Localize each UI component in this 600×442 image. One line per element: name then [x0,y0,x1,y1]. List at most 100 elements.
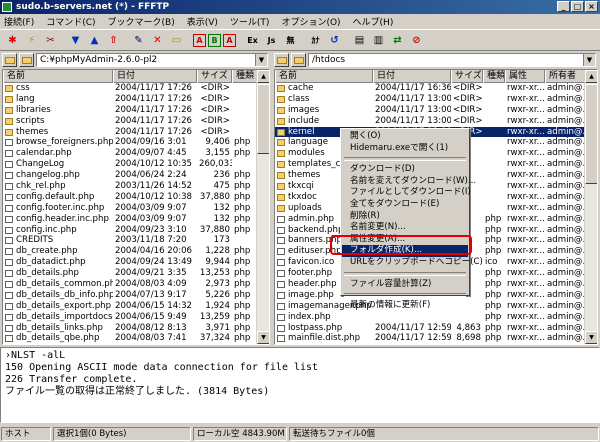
title-bar[interactable]: sudo.b-servers.net (*) - FFFTP _ □ × [0,0,600,14]
col-owner[interactable]: 所有者 [545,70,585,83]
table-row[interactable]: mainfile.dist.php 2004/11/17 12:59 8,698 ph… [275,333,597,344]
rename-icon[interactable]: ✎ [130,32,147,49]
scroll-up-icon[interactable]: ▲ [257,70,269,83]
context-menu-item[interactable]: 全てをダウンロード(E) [342,199,468,211]
col-type[interactable]: 種類 [483,70,505,83]
table-row[interactable]: db_details_db_info.php 2004/07/13 9:17 5,2… [3,290,269,301]
table-row[interactable]: scripts 2004/11/17 17:26 <DIR> [3,116,269,127]
table-row[interactable]: mainfile.php 2004/11/17 16:084,614phprwxr… [275,344,597,345]
col-name[interactable]: 名前 [3,70,113,83]
chevron-down-icon[interactable]: ▼ [583,54,595,66]
col-name[interactable]: 名前 [275,70,373,83]
table-row[interactable]: cache 2004/11/17 16:36 <DIR> rwxr-xr... admi… [275,83,597,94]
remote-path-field[interactable]: /htdocs ▼ [308,53,596,67]
scroll-down-icon[interactable]: ▼ [257,331,269,344]
col-type[interactable]: 種類 [232,70,257,83]
mkdir-icon[interactable]: ▭ [168,32,185,49]
kanji-jis-icon[interactable]: Js [263,32,280,49]
remote-up-button[interactable] [291,53,306,67]
table-row[interactable]: config.header.inc.php 2004/03/09 9:07 132 p… [3,214,269,225]
close-button[interactable]: × [585,1,598,12]
refresh-icon[interactable]: ↺ [326,32,343,49]
quick-connect-icon[interactable]: ⚡ [23,32,40,49]
table-row[interactable]: chk_rel.php 2003/11/26 14:52 475 php [3,181,269,192]
mode-ascii-icon[interactable]: A [223,33,236,47]
mode-auto-icon[interactable]: A [193,33,206,47]
table-row[interactable]: db_datadict.php 2004/09/24 13:49 9,944 php [3,257,269,268]
connect-icon[interactable]: ✱ [4,32,21,49]
context-menu-item[interactable]: 開く(O) [342,131,468,143]
col-attr[interactable]: 属性 [505,70,545,83]
context-menu-item[interactable]: 名前変更(N)... [342,222,468,234]
table-row[interactable]: ChangeLog 2004/10/12 10:35 260,033 [3,159,269,170]
menu-help[interactable]: ヘルプ(H) [353,15,394,28]
chevron-down-icon[interactable]: ▼ [255,54,267,66]
table-row[interactable]: calendar.php 2004/09/07 4:45 3,155 php [3,148,269,159]
sync-icon[interactable]: ⇄ [389,32,406,49]
scroll-down-icon[interactable]: ▼ [585,331,597,344]
scroll-thumb[interactable] [257,84,269,154]
mirror-upload-icon[interactable]: ⇧ [105,32,122,49]
table-row[interactable]: config.footer.inc.php 2004/03/09 9:07 132 p… [3,203,269,214]
disconnect-icon[interactable]: ✂ [42,32,59,49]
table-row[interactable]: changelog.php 2004/06/24 2:24 236 php [3,170,269,181]
col-size[interactable]: サイズ [197,70,232,83]
kanji-euc-icon[interactable]: Ex [244,32,261,49]
table-row[interactable]: db_details_links.php 2004/08/12 8:13 3,971… [3,323,269,334]
mode-binary-icon[interactable]: B [208,33,221,47]
remote-scrollbar[interactable]: ▲ ▼ [584,70,597,344]
context-menu-item[interactable]: ダウンロード(D) [342,164,468,176]
context-menu-item[interactable]: ファイルとしてダウンロード(I) [342,187,471,199]
table-row[interactable]: libraries 2004/11/17 17:26 <DIR> [3,105,269,116]
table-row[interactable]: images 2004/11/17 13:00 <DIR> rwxr-xr... adm… [275,105,597,116]
local-file-list[interactable]: 名前 日付 サイズ 種類 css 2004/11/17 17:26 <DIR> lan… [2,69,270,345]
maximize-button[interactable]: □ [571,1,584,12]
col-date[interactable]: 日付 [113,70,197,83]
table-row[interactable]: index.php php rwxr-xr...admin@... [275,312,597,323]
scroll-up-icon[interactable]: ▲ [585,70,597,83]
table-row[interactable]: include 2004/11/17 13:00 <DIR> rwxr-xr... ad… [275,116,597,127]
stop-icon[interactable]: ⊘ [408,32,425,49]
delete-icon[interactable]: ✕ [149,32,166,49]
context-menu-item[interactable]: 削除(R) [342,211,468,223]
table-row[interactable]: config.inc.php 2004/09/23 3:10 37,880 php [3,225,269,236]
kana-convert-icon[interactable]: ｶﾅ [307,32,324,49]
table-row[interactable]: db_details_common.php 2004/08/03 4:09 2,97… [3,279,269,290]
scroll-thumb[interactable] [585,84,597,184]
table-row[interactable]: lang 2004/11/17 17:26 <DIR> [3,94,269,105]
menu-connect[interactable]: 接続(F) [4,15,34,28]
local-folder-button[interactable] [2,53,17,67]
context-menu-item[interactable]: Hidemaru.exeで開く(1) [342,143,468,155]
table-row[interactable]: lostpass.php 2004/11/17 12:59 4,863 php rwxr… [275,323,597,334]
local-scrollbar[interactable]: ▲ ▼ [256,70,269,344]
menu-bookmark[interactable]: ブックマーク(B) [108,15,175,28]
table-row[interactable]: browse_foreigners.php 2004/09/16 3:01 9,40… [3,137,269,148]
context-menu-item[interactable]: 最新の情報に更新(F) [342,300,468,312]
remote-folder-button[interactable] [274,53,289,67]
table-row[interactable]: config.default.php 2004/10/12 10:38 37,880… [3,192,269,203]
table-row[interactable]: db_details.php 2004/09/21 3:35 13,253 php [3,268,269,279]
local-path-field[interactable]: C:¥phpMyAdmin-2.6.0-pl2 ▼ [36,53,268,67]
list-view-icon[interactable]: ▤ [351,32,368,49]
local-up-button[interactable] [19,53,34,67]
table-row[interactable]: db_details_qbe.php 2004/08/03 7:41 37,324 p… [3,333,269,344]
table-row[interactable]: db_details_structure.php2004/08/12 8:131… [3,344,269,345]
menu-command[interactable]: コマンド(C) [46,15,95,28]
context-menu-item[interactable]: 名前を変えてダウンロード(W)... [342,176,476,188]
menu-options[interactable]: オプション(O) [281,15,340,28]
context-menu-item[interactable]: ファイル容量計算(Z) [342,279,468,291]
minimize-button[interactable]: _ [557,1,570,12]
table-row[interactable]: css 2004/11/17 17:26 <DIR> [3,83,269,94]
table-row[interactable]: themes 2004/11/17 17:26 <DIR> [3,127,269,138]
upload-icon[interactable]: ▲ [86,32,103,49]
table-row[interactable]: class 2004/11/17 13:00 <DIR> rwxr-xr... admi… [275,94,597,105]
menu-tools[interactable]: ツール(T) [230,15,270,28]
table-row[interactable]: db_details_export.php 2004/06/15 14:32 1,9… [3,301,269,312]
table-row[interactable]: CREDITS 2003/11/18 7:20 173 [3,235,269,246]
download-icon[interactable]: ▼ [67,32,84,49]
context-menu-item[interactable]: URLをクリップボードへコピー(C) [342,257,483,269]
table-row[interactable]: db_details_importdocsql.php2004/06/15 9:… [3,312,269,323]
menu-view[interactable]: 表示(V) [187,15,218,28]
col-size[interactable]: サイズ [451,70,483,83]
kanji-none-icon[interactable]: 無 [282,32,299,49]
